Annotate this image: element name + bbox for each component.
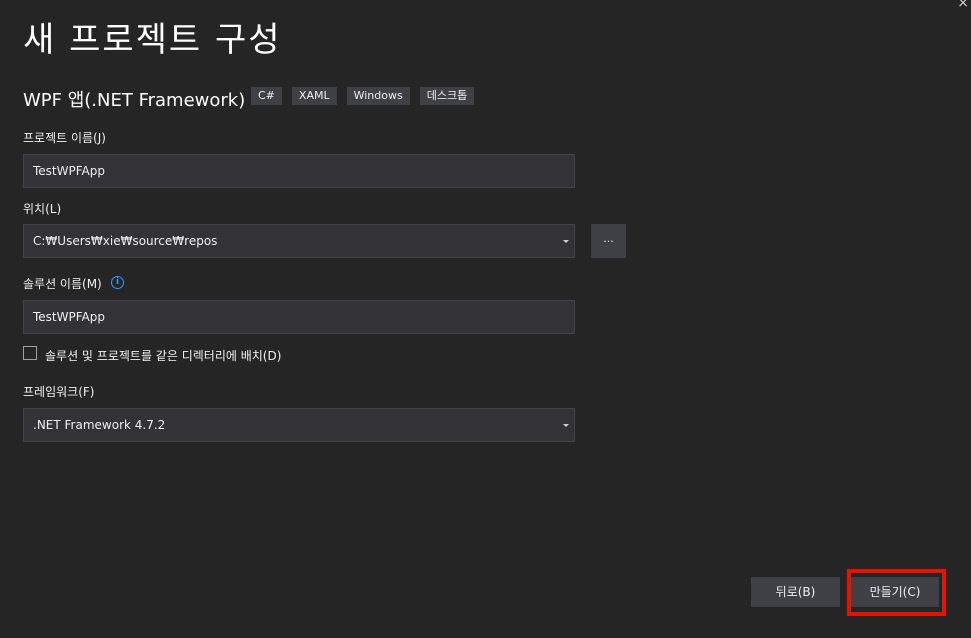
location-value: C:₩Users₩xie₩source₩repos [33, 234, 218, 248]
back-button[interactable]: 뒤로(B) [751, 577, 840, 607]
chevron-down-icon[interactable] [563, 424, 569, 427]
chevron-down-icon[interactable] [563, 240, 569, 243]
location-label: 위치(L) [23, 202, 62, 216]
project-name-label: 프로젝트 이름(J) [23, 131, 106, 145]
same-directory-checkbox[interactable] [23, 346, 37, 360]
close-icon[interactable]: × [957, 0, 969, 10]
tag-language: C# [251, 87, 282, 105]
create-button-highlight [847, 569, 946, 616]
same-directory-label[interactable]: 솔루션 및 프로젝트를 같은 디렉터리에 배치(D) [45, 347, 281, 364]
tag-platform: Windows [346, 87, 410, 105]
solution-name-label: 솔루션 이름(M) [23, 277, 102, 291]
template-name: WPF 앱(.NET Framework) [23, 90, 246, 111]
framework-label: 프레임워크(F) [23, 385, 95, 399]
tag-xaml: XAML [291, 87, 337, 105]
info-icon[interactable]: i [111, 276, 124, 289]
framework-value: .NET Framework 4.7.2 [33, 418, 166, 432]
page-title: 새 프로젝트 구성 [23, 20, 282, 60]
tag-project-type: 데스크톱 [419, 87, 475, 105]
project-name-input[interactable]: TestWPFApp [23, 154, 575, 188]
browse-button[interactable]: ... [591, 224, 626, 258]
location-combobox[interactable]: C:₩Users₩xie₩source₩repos [23, 224, 575, 258]
framework-combobox[interactable]: .NET Framework 4.7.2 [23, 408, 575, 442]
solution-name-input[interactable]: TestWPFApp [23, 300, 575, 334]
template-tags: C# XAML Windows 데스크톱 [251, 87, 475, 105]
